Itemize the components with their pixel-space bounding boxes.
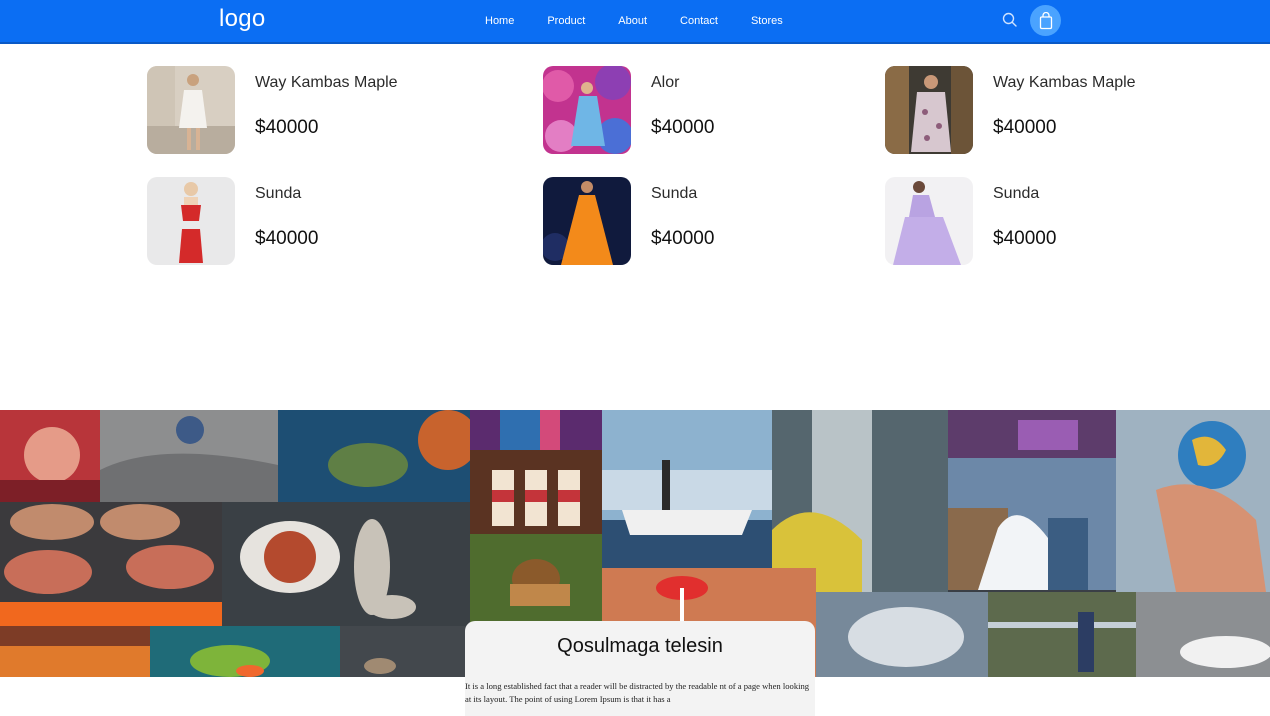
collage-photo-fabric (470, 410, 602, 450)
banner-text: It is a long established fact that a rea… (465, 681, 810, 704)
banner-title: Qosulmaga telesin (557, 635, 723, 657)
collage-photo-perfume (948, 410, 1116, 458)
collage-photo-steamboat (602, 410, 772, 568)
product-image[interactable] (147, 66, 235, 154)
product-name: Way Kambas Maple (255, 74, 398, 91)
search-icon[interactable] (1001, 11, 1019, 29)
product-image[interactable] (885, 66, 973, 154)
collage-photo-wedding (948, 458, 1116, 590)
product-image[interactable] (885, 177, 973, 265)
collage-photo-station (988, 592, 1136, 677)
product-card[interactable]: Alor $40000 (543, 66, 873, 156)
product-price: $40000 (651, 228, 715, 249)
collage-photo-desert (100, 410, 278, 502)
collage-photo-sea-turtle (278, 410, 470, 502)
collage-photo-reef (150, 626, 340, 677)
product-price: $40000 (993, 228, 1057, 249)
product-name: Sunda (993, 185, 1040, 202)
product-image[interactable] (543, 177, 631, 265)
product-card[interactable]: Sunda $40000 (885, 177, 1215, 267)
nav-about-link[interactable]: About (618, 15, 647, 27)
nav-stores-link[interactable]: Stores (751, 15, 783, 27)
nav-product-link[interactable]: Product (547, 15, 585, 27)
product-card[interactable]: Way Kambas Maple $40000 (885, 66, 1215, 156)
nav-contact-link[interactable]: Contact (680, 15, 718, 27)
collage-photo-fish-dish (222, 502, 470, 626)
banner-info-card: Qosulmaga telesin It is a long establish… (465, 621, 815, 716)
shopping-bag-icon (1039, 11, 1052, 29)
product-name: Way Kambas Maple (993, 74, 1136, 91)
product-image[interactable] (147, 177, 235, 265)
product-price: $40000 (255, 228, 319, 249)
collage-photo-sunset (0, 626, 150, 677)
product-card[interactable]: Way Kambas Maple $40000 (147, 66, 477, 156)
collage-photo-grill (0, 502, 222, 626)
product-image[interactable] (543, 66, 631, 154)
collage-photo-portrait (0, 410, 100, 502)
top-navbar: logo Home Product About Contact Stores (0, 0, 1270, 44)
collage-photo-waterfall (772, 410, 948, 592)
product-price: $40000 (993, 117, 1057, 138)
cart-button[interactable] (1030, 5, 1061, 36)
collage-photo-car (1136, 592, 1270, 677)
main-nav: Home Product About Contact Stores (470, 0, 816, 42)
collage-photo-lion (470, 534, 602, 626)
nav-home-link[interactable]: Home (485, 15, 514, 27)
collage-photo-desserts (470, 450, 602, 534)
collage-photo-stone (340, 626, 470, 677)
product-name: Sunda (255, 185, 302, 202)
logo[interactable]: logo (219, 5, 266, 33)
product-name: Sunda (651, 185, 698, 202)
collage-photo-bird (816, 592, 988, 677)
collage-photo-globe (1116, 410, 1270, 592)
product-price: $40000 (651, 117, 715, 138)
product-card[interactable]: Sunda $40000 (543, 177, 873, 267)
product-name: Alor (651, 74, 680, 91)
product-price: $40000 (255, 117, 319, 138)
product-card[interactable]: Sunda $40000 (147, 177, 477, 267)
